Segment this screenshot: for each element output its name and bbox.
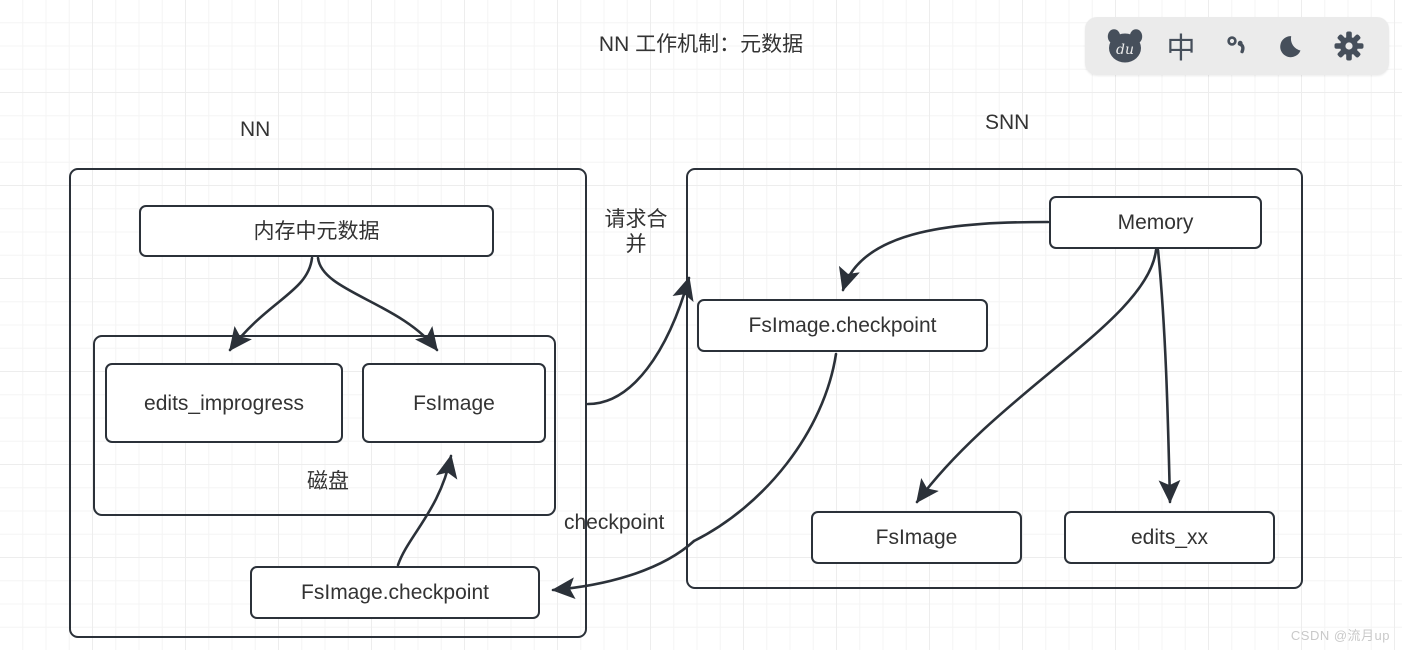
baidu-bear-logo-text: du [1116, 42, 1134, 58]
node-nn-fsimage-checkpoint[interactable]: FsImage.checkpoint [250, 566, 540, 619]
node-snn-fsimage[interactable]: FsImage [811, 511, 1022, 564]
node-nn-edits-improgress[interactable]: edits_improgress [105, 363, 343, 443]
node-nn-fsimage[interactable]: FsImage [362, 363, 546, 443]
node-nn-memory-metadata[interactable]: 内存中元数据 [139, 205, 494, 257]
punctuation-icon[interactable] [1213, 23, 1261, 69]
edge-request-merge [586, 276, 694, 406]
nn-section-label: NN [240, 118, 271, 141]
node-snn-edits-xx[interactable]: edits_xx [1064, 511, 1275, 564]
edge-label-checkpoint: checkpoint [564, 511, 665, 534]
node-snn-memory[interactable]: Memory [1049, 196, 1262, 249]
edge-label-request-merge: 请求合 并 [586, 208, 686, 258]
diagram-canvas: NN 工作机制：元数据 du 中 NN SNN 内存中元数据 磁盘 edits_… [0, 0, 1402, 650]
baidu-bear-logo[interactable]: du [1101, 23, 1149, 69]
nn-disk-label: 磁盘 [307, 470, 349, 493]
edge-label-request-merge-line1: 请求合 [604, 208, 668, 231]
chinese-input-icon[interactable]: 中 [1157, 23, 1205, 69]
edge-label-request-merge-line2: 并 [625, 232, 647, 256]
floating-toolbar[interactable]: du 中 [1085, 17, 1389, 75]
csdn-watermark: CSDN @流月up [1290, 628, 1390, 643]
snn-section-label: SNN [985, 111, 1030, 134]
gear-icon[interactable] [1325, 23, 1373, 69]
moon-icon[interactable] [1269, 23, 1317, 69]
node-snn-fsimage-checkpoint[interactable]: FsImage.checkpoint [697, 299, 988, 352]
